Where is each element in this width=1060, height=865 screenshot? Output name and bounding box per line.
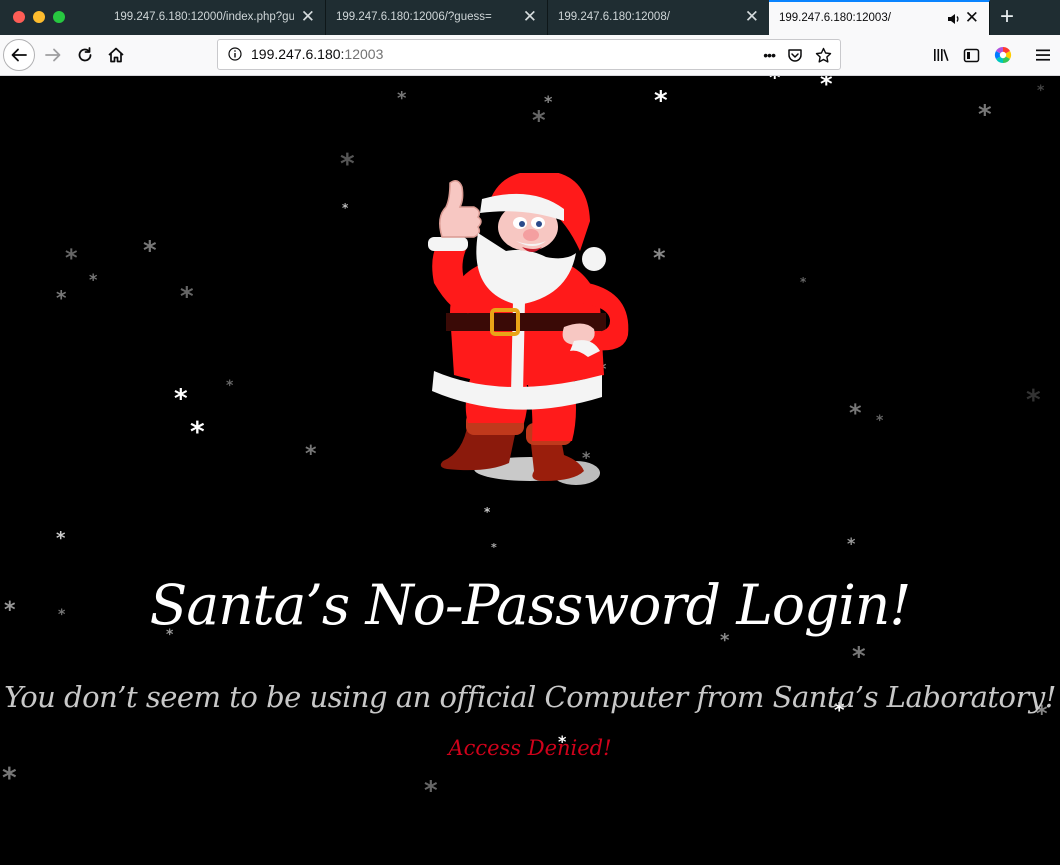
speaker-icon[interactable] xyxy=(947,12,961,26)
snowflake-icon: * xyxy=(769,76,781,91)
window-minimize-button[interactable] xyxy=(33,11,45,23)
snowflake-icon: * xyxy=(174,384,188,414)
snowflake-icon: * xyxy=(484,505,491,519)
snowflake-icon: * xyxy=(305,442,317,467)
snowflake-icon: * xyxy=(532,106,546,136)
url-text[interactable]: 199.247.6.180:12003 xyxy=(251,46,383,62)
tab-label: 199.247.6.180:12008/ xyxy=(558,11,670,23)
tab-close-icon[interactable]: ✕ xyxy=(523,7,537,27)
snowflake-icon: * xyxy=(340,147,355,180)
page-title: Santa’s No-Password Login! xyxy=(149,573,912,637)
color-wheel-icon xyxy=(994,46,1012,64)
info-icon[interactable] xyxy=(228,47,242,61)
home-icon xyxy=(108,47,124,63)
snowflake-icon: * xyxy=(1037,83,1045,99)
snowflake-icon: * xyxy=(849,399,862,427)
snowflake-icon: * xyxy=(143,236,157,266)
snowflake-icon: * xyxy=(2,761,17,794)
snowflake-icon: * xyxy=(89,270,98,289)
library-icon xyxy=(934,49,949,61)
reload-button[interactable] xyxy=(70,40,100,70)
page-content: * * * * * * * * * * * * * * * * * * * * … xyxy=(0,76,1060,865)
snowflake-icon: * xyxy=(397,88,407,109)
snowflake-icon: * xyxy=(653,244,666,272)
navigation-toolbar: 199.247.6.180:12003 ••• xyxy=(0,35,1060,76)
tab-close-icon[interactable]: ✕ xyxy=(745,7,759,27)
reload-icon xyxy=(78,47,92,62)
snowflake-icon: * xyxy=(978,100,992,130)
back-arrow-icon xyxy=(11,48,27,62)
snowflake-icon: * xyxy=(847,534,856,553)
snowflake-icon: * xyxy=(180,282,194,312)
tab-label: 199.247.6.180:12003/ xyxy=(779,12,891,24)
tab-12000[interactable]: 199.247.6.180:12000/index.php?guess ✕ xyxy=(104,0,326,35)
library-button[interactable] xyxy=(926,40,956,70)
page-subtitle: You don’t seem to be using an official C… xyxy=(4,680,1056,714)
window-close-button[interactable] xyxy=(13,11,25,23)
snowflake-icon: * xyxy=(820,76,833,98)
sidebar-button[interactable] xyxy=(956,40,986,70)
snowflake-icon: * xyxy=(876,413,884,429)
snowflake-icon: * xyxy=(56,528,66,549)
page-actions-icon[interactable]: ••• xyxy=(763,47,776,63)
menu-button[interactable] xyxy=(1028,40,1058,70)
tab-label: 199.247.6.180:12006/?guess= xyxy=(336,11,492,23)
url-bar[interactable]: 199.247.6.180:12003 ••• xyxy=(217,39,841,70)
sidebar-icon xyxy=(963,48,979,62)
snowflake-icon: * xyxy=(424,776,438,806)
snowflake-icon: * xyxy=(342,201,349,215)
snowflake-icon: * xyxy=(1026,383,1041,416)
url-actions: ••• xyxy=(763,45,832,65)
snowflake-icon: * xyxy=(654,86,668,116)
tab-12003-active[interactable]: 199.247.6.180:12003/ ✕ xyxy=(769,0,990,35)
url-host: 199.247.6.180: xyxy=(251,46,345,62)
bookmark-star-icon[interactable] xyxy=(815,47,832,64)
santa-illustration xyxy=(428,173,629,485)
color-extension-button[interactable] xyxy=(988,40,1018,70)
tab-12006[interactable]: 199.247.6.180:12006/?guess= ✕ xyxy=(326,0,548,35)
hamburger-menu-icon xyxy=(1036,49,1050,61)
pocket-icon[interactable] xyxy=(787,47,803,63)
new-tab-button[interactable]: + xyxy=(993,3,1021,31)
back-button[interactable] xyxy=(3,39,35,71)
snowflake-icon: * xyxy=(190,415,205,448)
access-denied-message: Access Denied! xyxy=(448,736,612,760)
forward-arrow-icon xyxy=(45,48,61,62)
tab-12008[interactable]: 199.247.6.180:12008/ ✕ xyxy=(548,0,770,35)
tab-close-icon[interactable]: ✕ xyxy=(965,8,979,28)
snowflake-icon: * xyxy=(65,244,78,272)
window-maximize-button[interactable] xyxy=(53,11,65,23)
snowflake-icon: * xyxy=(491,541,497,554)
snowflake-icon: * xyxy=(800,275,807,289)
url-port: 12003 xyxy=(344,46,384,62)
forward-button[interactable] xyxy=(38,40,68,70)
snowflake-icon: * xyxy=(226,378,234,394)
tab-strip: 199.247.6.180:12000/index.php?guess ✕ 19… xyxy=(0,0,1060,35)
snowflake-icon: * xyxy=(56,286,67,310)
snowflake-icon: * xyxy=(852,642,866,672)
tab-close-icon[interactable]: ✕ xyxy=(301,7,315,27)
home-button[interactable] xyxy=(101,40,131,70)
tab-label: 199.247.6.180:12000/index.php?guess xyxy=(114,11,294,23)
